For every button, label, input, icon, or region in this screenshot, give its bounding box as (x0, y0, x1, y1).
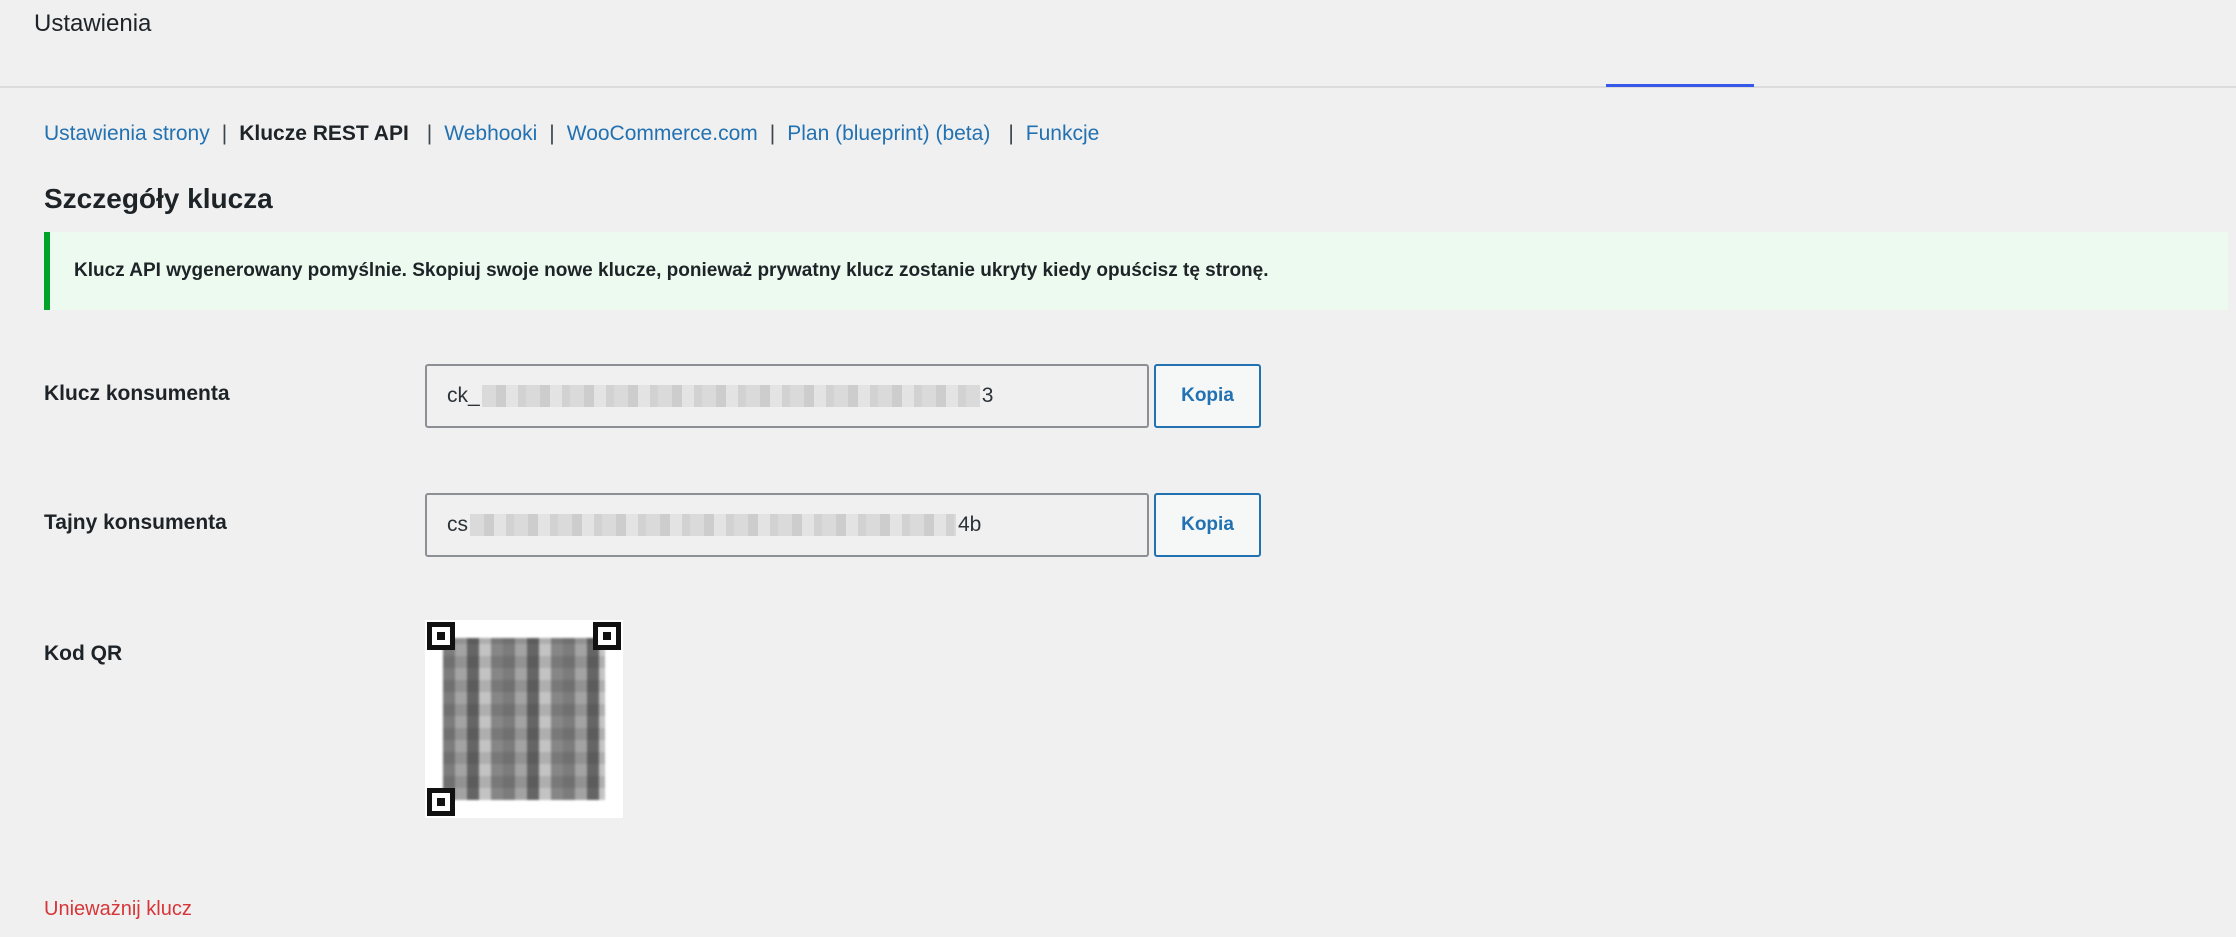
consumer-key-field[interactable]: ck_ 3 (425, 364, 1149, 428)
settings-subnav: Ustawienia strony | Klucze REST API | We… (44, 122, 1099, 146)
qr-finder-bottom-left (427, 788, 455, 816)
success-notice-text: Klucz API wygenerowany pomyślnie. Skopiu… (74, 260, 1269, 281)
copy-consumer-key-button[interactable]: Kopia (1154, 364, 1261, 428)
subnav-separator: | (221, 122, 228, 145)
consumer-secret-prefix: cs (447, 513, 468, 536)
qr-code-image (425, 620, 623, 818)
section-title: Szczegóły klucza (44, 183, 273, 214)
qr-code-redacted-pixels (443, 638, 605, 800)
redacted-secret-value (470, 514, 956, 536)
revoke-key-link[interactable]: Unieważnij klucz (44, 898, 192, 921)
subnav-separator: | (549, 122, 555, 145)
consumer-secret-label: Tajny konsumenta (44, 511, 227, 534)
page-title: Ustawienia (34, 10, 152, 37)
subnav-item-woocommerce-com[interactable]: WooCommerce.com (567, 122, 758, 146)
subnav-item-features[interactable]: Funkcje (1026, 122, 1100, 146)
copy-consumer-secret-button[interactable]: Kopia (1154, 493, 1261, 557)
consumer-key-label: Klucz konsumenta (44, 382, 230, 405)
consumer-secret-suffix: 4b (958, 513, 982, 536)
qr-finder-top-left (427, 622, 455, 650)
qr-code-label: Kod QR (44, 642, 123, 665)
consumer-secret-field[interactable]: cs 4b (425, 493, 1149, 557)
subnav-separator: | (769, 122, 776, 145)
subnav-item-webhooks[interactable]: Webhooki (444, 122, 537, 146)
subnav-separator: | (1008, 122, 1014, 145)
subnav-separator: | (426, 122, 433, 145)
consumer-key-suffix: 3 (981, 384, 994, 407)
subnav-item-site-settings[interactable]: Ustawienia strony (44, 122, 210, 146)
subnav-item-rest-api-current: Klucze REST API (239, 122, 409, 145)
top-header: Ustawienia (0, 0, 2236, 88)
qr-finder-top-right (593, 622, 621, 650)
redacted-key-value (481, 385, 980, 407)
active-tab-indicator (1606, 84, 1754, 87)
consumer-key-prefix: ck_ (447, 384, 480, 407)
success-notice: Klucz API wygenerowany pomyślnie. Skopiu… (44, 232, 2228, 310)
subnav-item-blueprint[interactable]: Plan (blueprint) (beta) (787, 122, 990, 146)
